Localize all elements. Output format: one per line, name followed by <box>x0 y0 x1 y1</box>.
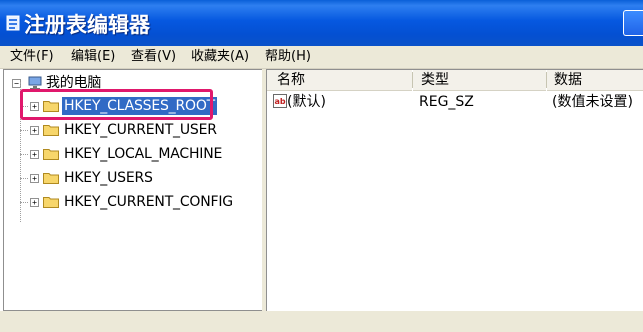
menu-favorites[interactable]: 收藏夹(A) <box>189 48 251 66</box>
minimize-button[interactable] <box>623 10 643 36</box>
menu-view[interactable]: 查看(V) <box>129 48 178 66</box>
expand-hklm-toggle[interactable]: + <box>30 150 39 159</box>
menu-help[interactable]: 帮助(H) <box>263 48 313 66</box>
expand-hkcc-toggle[interactable]: + <box>30 198 39 207</box>
string-value-icon: ab <box>273 94 287 108</box>
column-header-name[interactable]: 名称 <box>267 70 412 91</box>
svg-text:ab: ab <box>275 97 286 106</box>
value-type: REG_SZ <box>419 94 474 110</box>
tree-branch-line <box>20 178 28 180</box>
title-bar: 注册表编辑器 <box>0 0 643 46</box>
folder-icon <box>43 173 59 184</box>
annotation-highlight-frame <box>20 89 213 120</box>
regedit-app-icon[interactable] <box>6 14 22 32</box>
values-pane[interactable]: 名称 类型 数据 ab (默认) REG_SZ (数值未设置) <box>266 69 643 312</box>
tree-branch-line <box>20 130 28 132</box>
table-row[interactable]: ab (默认) REG_SZ (数值未设置) <box>267 92 643 112</box>
column-header-data-label: 数据 <box>554 72 582 88</box>
folder-icon <box>43 149 59 160</box>
column-header-name-label: 名称 <box>277 72 305 88</box>
expand-hku-toggle[interactable]: + <box>30 174 39 183</box>
value-data: (数值未设置) <box>552 94 633 110</box>
column-header-type-label: 类型 <box>421 72 449 88</box>
value-name: (默认) <box>287 94 326 110</box>
expand-hkcu-toggle[interactable]: + <box>30 126 39 135</box>
menu-file[interactable]: 文件(F) <box>8 48 56 66</box>
tree-item-hkey-local-machine[interactable]: HKEY_LOCAL_MACHINE <box>64 145 222 163</box>
menu-edit[interactable]: 编辑(E) <box>69 48 117 66</box>
column-header-data[interactable]: 数据 <box>547 70 643 91</box>
window-title: 注册表编辑器 <box>24 13 150 37</box>
column-header-type[interactable]: 类型 <box>413 70 546 91</box>
tree-item-hkey-current-user[interactable]: HKEY_CURRENT_USER <box>64 121 217 139</box>
tree-branch-line <box>20 154 28 156</box>
window-bottom-frame <box>0 311 643 332</box>
tree-item-hkey-users[interactable]: HKEY_USERS <box>64 169 153 187</box>
folder-icon <box>43 197 59 208</box>
tree-item-hkey-current-config[interactable]: HKEY_CURRENT_CONFIG <box>64 193 233 211</box>
folder-icon <box>43 125 59 136</box>
computer-icon <box>28 76 42 90</box>
menu-bar: 文件(F) 编辑(E) 查看(V) 收藏夹(A) 帮助(H) <box>0 46 643 69</box>
tree-branch-line <box>20 202 28 204</box>
